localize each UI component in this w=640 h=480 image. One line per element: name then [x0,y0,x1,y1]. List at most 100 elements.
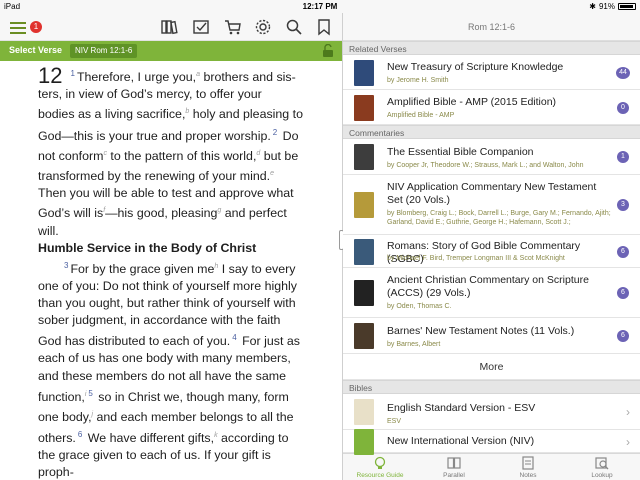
count-badge: 0 [617,102,629,114]
select-verse-button[interactable]: Select Verse [9,45,62,55]
resource-guide-title: Rom 12:1-6 [343,13,640,41]
tab-label: Lookup [591,472,613,479]
bible-text: 12 1 Therefore, I urge you,a brothers and … [38,65,308,480]
verse-text: I say to every [218,261,296,276]
verse-text: Therefore, I urge you, [76,70,197,85]
section-bibles: Bibles [343,380,640,394]
verse-text: holy and pleasing to [189,107,303,122]
resource-title: New International Version (NIV) [387,435,535,447]
verse-text: Then you will be able to test and approv… [38,186,294,201]
commentary-item[interactable]: Barnes' New Testament Notes (11 Vols.) by… [343,318,640,354]
verse-line: bodies as a living sacrifice,b holy and … [38,103,308,123]
more-button[interactable]: More [343,354,640,380]
bottom-tab-bar: Resource Guide Parallel Notes Lookup [343,453,640,480]
verse-line: function,i 5 so in Christ we, though many… [38,385,308,406]
commentary-item[interactable]: Ancient Christian Commentary on Scriptur… [343,268,640,318]
tab-resource-guide[interactable]: Resource Guide [343,454,417,480]
verse-text: We have different gifts, [84,431,215,446]
section-related-verses: Related Verses [343,41,640,55]
verse-text: Do [279,128,299,143]
verse-text: so in Christ we, though many, form [94,389,289,404]
tab-lookup[interactable]: Lookup [565,454,639,480]
cart-icon[interactable] [224,18,242,36]
verse-number: 3 [64,260,69,270]
commentary-item[interactable]: Romans: Story of God Bible Commentary (S… [343,235,640,268]
chevron-right-icon: › [626,405,630,419]
verse-text: brothers and sis- [200,70,296,85]
resource-guide-pane: Rom 12:1-6 Related Verses Commentaries M… [343,13,640,480]
section-commentaries: Commentaries [343,125,640,139]
verse-text: God—this is your true and proper worship… [38,128,271,143]
verse-line: 12 1 Therefore, I urge you,a brothers and … [38,65,308,87]
tab-notes[interactable]: Notes [491,454,565,480]
gear-icon[interactable] [254,18,272,36]
verse-text: God’s will is [38,206,104,221]
verse-line: one body,j and each member belongs to al… [38,406,308,426]
bluetooth-icon: ✱ [589,2,596,11]
search-icon[interactable] [285,18,303,36]
reference-chip[interactable]: NIV Rom 12:1-6 [70,44,138,58]
commentary-item[interactable]: NIV Application Commentary New Testament… [343,175,640,235]
bookmark-icon[interactable] [315,18,333,36]
bible-item[interactable]: English Standard Version - ESV ESV › [343,394,640,430]
verse-text: God has distributed to each of you. [38,334,231,349]
lookup-icon [595,456,609,470]
notes-icon [521,456,535,470]
related-resource-item[interactable]: New Treasury of Scripture Knowledge by Je… [343,55,640,90]
book-cover-image [354,192,374,218]
verse-line: ters, in view of God’s mercy, to offer y… [38,86,308,103]
verse-line: God has distributed to each of you. 4 For… [38,329,308,350]
verse-line: not conformc to the pattern of this worl… [38,145,308,165]
tab-label: Notes [519,472,537,479]
unlock-icon[interactable] [322,44,334,58]
verse-line: than you ought, but rather think of your… [38,295,308,312]
verse-text: according to [217,431,289,446]
resource-author: by Blomberg, Craig L.; Bock, Darrell L.;… [387,210,611,226]
verse-text: and perfect [221,206,287,221]
footnote-marker: i [84,390,87,398]
book-cover-image [354,399,374,425]
bible-pane: 1 Select Verse NIV Rom 12:1-6 12 1 Therefo… [0,13,342,480]
resource-author: ESV [387,418,402,425]
count-badge: 6 [617,246,629,258]
tab-parallel[interactable]: Parallel [417,454,491,480]
verse-line: 3 For by the grace given meh I say to eve… [38,257,308,278]
verse-text: each of us has one body with many member… [38,351,291,366]
verse-text: will. [38,223,59,238]
verse-line: God’s will isf—his good, pleasingg and p… [38,202,308,222]
book-cover-image [354,280,374,306]
verse-line: will. [38,223,308,240]
reading-plan-icon[interactable] [192,18,210,36]
resource-title: New Treasury of Scripture Knowledge [387,61,564,73]
footnote-marker: e [270,169,275,177]
verse-text: one body, [38,409,92,424]
verse-number: 2 [272,127,278,137]
book-cover-image [354,144,374,170]
verse-line: transformed by the renewing of your mind… [38,165,308,185]
resource-title: Barnes' New Testament Notes (11 Vols.) [387,325,575,337]
paragraph-romans-12-3: 3 For by the grace given meh I say to eve… [38,257,308,480]
verse-selection-bar: Select Verse NIV Rom 12:1-6 [0,41,342,61]
tab-label: Resource Guide [356,472,404,479]
resource-author: by Michael F. Bird, Tremper Longman III … [387,255,565,262]
menu-icon[interactable]: 1 [10,18,42,36]
verse-text: than you ought, but rather think of your… [38,296,296,310]
clock: 12:17 PM [302,2,338,11]
verse-text: and these members do not all have the sa… [38,368,286,383]
verse-text: one of you: Do not think of yourself mor… [38,278,297,293]
resource-title: NIV Application Commentary New Testament… [387,181,597,206]
resource-title: The Essential Bible Companion [387,146,534,158]
battery-icon [618,3,636,10]
commentary-item[interactable]: The Essential Bible Companion by Cooper J… [343,139,640,175]
resource-author: Amplified Bible - AMP [387,112,455,119]
notification-badge: 1 [30,21,42,33]
book-cover-image [354,95,374,121]
count-badge: 6 [617,287,629,299]
verse-line: the grace given to each of us. If your g… [38,447,308,480]
book-cover-image [354,60,374,86]
related-resource-item[interactable]: Amplified Bible - AMP (2015 Edition) Ampl… [343,90,640,125]
library-icon[interactable] [160,18,178,36]
verse-text: For by the grace given me [70,261,215,276]
count-badge: 44 [616,67,630,79]
bible-item[interactable]: New International Version (NIV) › [343,429,640,455]
